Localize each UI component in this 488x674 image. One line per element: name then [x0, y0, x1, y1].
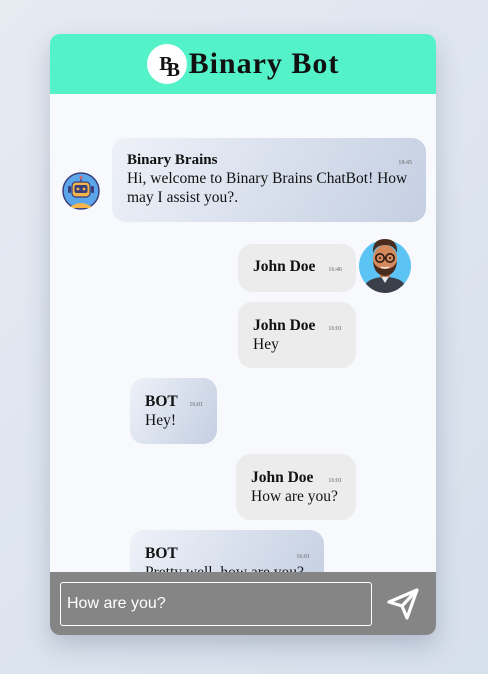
message-sender: Binary Brains [127, 152, 218, 168]
message-sender: BOT [145, 393, 178, 410]
message-sender: BOT [145, 545, 178, 562]
message-composer [50, 572, 436, 635]
message-bubble-user: John Doe 16:46 [238, 244, 356, 292]
message-text: How are you? [251, 488, 338, 505]
message-text: Hey! [145, 412, 176, 429]
message-input[interactable] [60, 582, 372, 626]
message-sender: John Doe [253, 258, 316, 275]
message-time: 16:01 [328, 478, 342, 484]
chat-header: BB Binary Bot [50, 34, 436, 94]
brand-logo-monogram: BB [159, 53, 180, 81]
message-sender: John Doe [251, 469, 314, 486]
message-list: Binary Brains 18:45 Hi, welcome to Binar… [50, 94, 436, 596]
app-title: Binary Bot [188, 47, 340, 80]
message-bubble-user: John Doe 16:01 How are you? [236, 454, 356, 520]
message-bubble-bot: Binary Brains 18:45 Hi, welcome to Binar… [112, 138, 426, 222]
message-time: 16:46 [328, 267, 342, 273]
brand-logo: BB [146, 44, 187, 84]
paper-plane-icon[interactable] [387, 588, 419, 620]
message-time: 16:01 [296, 554, 310, 560]
chat-window: BB Binary Bot Binary Brains 18:45 Hi, we… [50, 34, 436, 635]
message-bubble-bot: BOT 16:01 Hey! [130, 378, 217, 444]
user-avatar [359, 239, 411, 293]
robot-avatar-icon [62, 172, 100, 210]
message-time: 16:01 [189, 402, 203, 408]
message-time: 16:01 [328, 326, 342, 332]
message-bubble-user: John Doe 16:01 Hey [238, 302, 356, 368]
message-time: 18:45 [398, 160, 412, 166]
message-sender: John Doe [253, 317, 316, 334]
message-text: Hi, welcome to Binary Brains ChatBot! Ho… [127, 170, 408, 206]
message-text: Hey [253, 336, 279, 353]
